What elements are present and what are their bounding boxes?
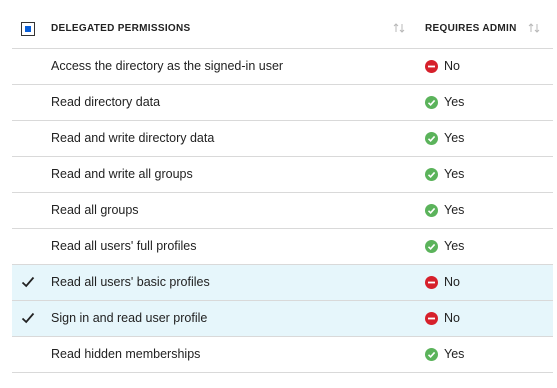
row-checkbox[interactable] [21,131,35,145]
check-circle-icon [425,96,438,109]
permission-name: Read directory data [51,95,161,109]
indeterminate-indicator [25,26,31,32]
minus-circle-icon [425,276,438,289]
check-circle-icon [425,348,438,361]
requires-admin-value: No [444,59,460,73]
table-row[interactable]: Read hidden memberships Yes [12,337,553,373]
permission-name: Read and write all groups [51,167,193,181]
delegated-permissions-table: DELEGATED PERMISSIONS REQUIRES ADMIN Acc… [12,10,553,373]
requires-admin-value: Yes [444,239,465,253]
table-body: Access the directory as the signed-in us… [12,49,553,373]
row-checkbox[interactable] [21,95,35,109]
requires-admin-value: Yes [444,347,465,361]
minus-circle-icon [425,312,438,325]
permission-name: Read and write directory data [51,131,215,145]
column-header-delegated-permissions[interactable]: DELEGATED PERMISSIONS [51,10,190,48]
checkmark-icon [21,276,35,288]
table-row[interactable]: Access the directory as the signed-in us… [12,49,553,85]
table-row[interactable]: Sign in and read user profile No [12,301,553,337]
permission-name: Read all users' full profiles [51,239,197,253]
sort-arrows-icon[interactable] [392,21,406,35]
requires-admin-value: Yes [444,203,465,217]
table-header: DELEGATED PERMISSIONS REQUIRES ADMIN [12,10,553,49]
select-all-checkbox[interactable] [21,22,35,36]
minus-circle-icon [425,60,438,73]
row-checkbox[interactable] [21,59,35,73]
table-row[interactable]: Read and write all groups Yes [12,157,553,193]
table-row[interactable]: Read all groups Yes [12,193,553,229]
row-checkbox[interactable] [21,311,35,325]
permission-name: Read hidden memberships [51,347,201,361]
requires-admin-value: No [444,311,460,325]
permission-name: Access the directory as the signed-in us… [51,59,284,73]
requires-admin-value: Yes [444,95,465,109]
check-circle-icon [425,132,438,145]
checkmark-icon [21,312,35,324]
permission-name: Read all groups [51,203,139,217]
check-circle-icon [425,204,438,217]
table-row[interactable]: Read directory data Yes [12,85,553,121]
row-checkbox[interactable] [21,239,35,253]
table-row[interactable]: Read all users' basic profiles No [12,265,553,301]
row-checkbox[interactable] [21,167,35,181]
requires-admin-value: Yes [444,167,465,181]
table-row[interactable]: Read all users' full profiles Yes [12,229,553,265]
row-checkbox[interactable] [21,275,35,289]
requires-admin-value: Yes [444,131,465,145]
row-checkbox[interactable] [21,203,35,217]
permission-name: Read all users' basic profiles [51,275,210,289]
requires-admin-value: No [444,275,460,289]
table-row[interactable]: Read and write directory data Yes [12,121,553,157]
check-circle-icon [425,240,438,253]
permission-name: Sign in and read user profile [51,311,208,325]
check-circle-icon [425,168,438,181]
row-checkbox[interactable] [21,347,35,361]
sort-arrows-icon[interactable] [527,21,541,35]
column-header-requires-admin[interactable]: REQUIRES ADMIN [425,10,517,48]
